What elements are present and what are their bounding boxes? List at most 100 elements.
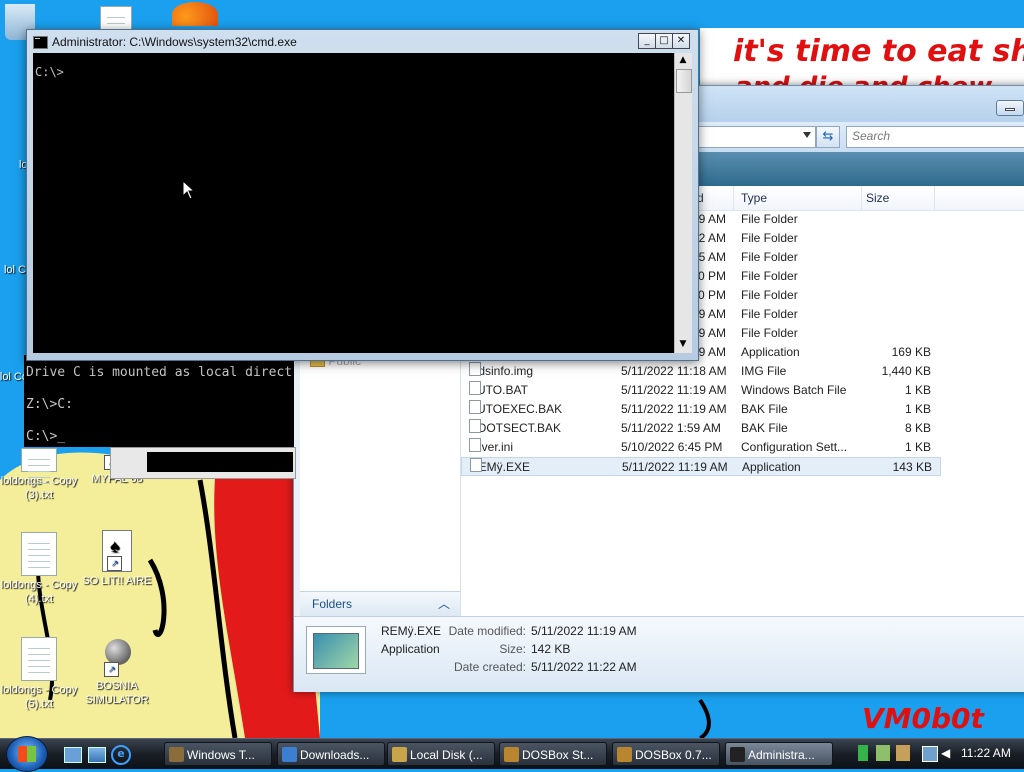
details-size-label: Size:	[499, 642, 526, 656]
desktop-icon-label: loldongs - Copy (4).txt	[0, 579, 78, 605]
windows-logo-icon	[18, 746, 36, 762]
file-size-cell: 1 KB	[904, 440, 931, 454]
file-type-cell: BAK File	[741, 421, 788, 435]
start-button[interactable]	[6, 736, 48, 772]
table-row[interactable]: AUTOEXEC.BAK 5/11/2022 11:19 AM BAK File 1 …	[461, 400, 941, 419]
taskbar-button[interactable]: Administra...	[725, 742, 833, 766]
minesweeper-icon: ↗	[100, 635, 134, 677]
cmd-window[interactable]: Administrator: C:\Windows\system32\cmd.e…	[26, 29, 699, 361]
taskbar-app-icon	[617, 747, 632, 762]
tray-app-icon[interactable]	[876, 745, 890, 761]
refresh-button[interactable]: ⇆	[816, 126, 840, 148]
desktop-icon-label: SO LIT!! AIRE	[82, 575, 152, 587]
switch-windows-icon[interactable]	[88, 747, 106, 763]
desktop-icon-loldongs-5[interactable]: loldongs - Copy (5).txt	[0, 637, 79, 711]
column-header-size[interactable]: Size	[860, 186, 935, 210]
file-icon	[469, 362, 481, 376]
taskbar-button[interactable]: Local Disk (...	[387, 742, 495, 766]
desktop-icon-bosnia-simulator[interactable]: ↗ BOSNIA SIMULATOR	[77, 635, 157, 707]
desktop-icon-lol-c[interactable]: lol C	[0, 263, 26, 277]
minimize-icon: _	[644, 35, 650, 46]
folders-toggle[interactable]: Folders ︿	[300, 591, 460, 616]
cmd-icon	[33, 36, 48, 49]
details-pane: REMÿ.EXE Application Date modified: 5/11…	[294, 616, 1024, 692]
scroll-up-icon[interactable]: ▲	[677, 55, 689, 67]
show-desktop-icon[interactable]	[64, 747, 82, 763]
maximize-icon: □	[659, 35, 669, 46]
details-created-label: Date created:	[453, 660, 526, 674]
taskbar-button[interactable]: Windows T...	[164, 742, 272, 766]
file-name-cell: aidsinfo.img	[469, 362, 619, 381]
desktop-icon-label: loldongs - Copy (3).txt	[0, 475, 78, 501]
taskbar-app-icon	[282, 747, 297, 762]
refresh-icon: ⇆	[822, 129, 834, 144]
minimize-button[interactable]	[996, 100, 1024, 116]
dosbox-line: Drive C is mounted as local direct	[26, 365, 293, 380]
table-row[interactable]: AUTO.BAT 5/11/2022 11:19 AM Windows Batch …	[461, 381, 941, 400]
chevron-down-icon[interactable]	[803, 132, 811, 138]
taskbar-button-label: Local Disk (...	[410, 748, 483, 762]
tray-app-icon[interactable]	[858, 745, 868, 761]
desktop-icon-solitaire[interactable]: ♠ ↗ SO LIT!! AIRE	[77, 530, 157, 588]
desktop-icon-label: loldongs - Copy (5).txt	[0, 684, 78, 710]
text-file-icon	[21, 637, 57, 681]
volume-icon[interactable]: ◀	[941, 746, 953, 760]
mouse-cursor-icon	[182, 180, 194, 200]
file-name-cell: AUTO.BAT	[469, 381, 619, 400]
desktop-icon-loldongs-4[interactable]: loldongs - Copy (4).txt	[0, 532, 79, 606]
taskbar-app-icon	[504, 747, 519, 762]
file-type-cell: Application	[742, 460, 801, 474]
file-name-cell: AUTOEXEC.BAK	[469, 400, 619, 419]
file-name-cell: REMÿ.EXE	[470, 458, 620, 477]
cmd-prompt: C:\>	[35, 65, 64, 79]
file-size-cell: 143 KB	[892, 460, 932, 474]
shortcut-arrow-icon: ↗	[107, 556, 122, 571]
details-modified-label: Date modified:	[448, 624, 526, 638]
details-created-value: 5/11/2022 11:22 AM	[531, 660, 637, 674]
file-size-cell: 1 KB	[904, 383, 931, 397]
taskbar-button[interactable]: DOSBox St...	[499, 742, 607, 766]
scroll-down-icon[interactable]: ▼	[677, 339, 689, 351]
dosbox-window-2[interactable]	[110, 447, 296, 479]
taskbar-button-label: DOSBox St...	[522, 748, 594, 762]
taskbar-app-icon	[392, 747, 407, 762]
file-date-cell: 5/11/2022 1:59 AM	[621, 421, 721, 435]
taskbar-app-icon	[169, 747, 184, 762]
internet-explorer-icon[interactable]: e	[111, 745, 131, 765]
dosbox-console[interactable]: Drive C is mounted as local direct Z:\>C…	[24, 355, 294, 447]
text-file-icon	[100, 6, 132, 30]
table-row[interactable]: osver.ini 5/10/2022 6:45 PM Configuration …	[461, 438, 941, 457]
taskbar-app-icon	[730, 747, 745, 762]
taskbar-button-label: Administra...	[748, 748, 815, 762]
file-type-cell: File Folder	[741, 326, 798, 340]
cmd-console[interactable]: C:\>	[33, 53, 674, 353]
table-row[interactable]: BOOTSECT.BAK 5/11/2022 1:59 AM BAK File 8 K…	[461, 419, 941, 438]
details-modified-value: 5/11/2022 11:19 AM	[531, 624, 637, 638]
close-button[interactable]: ✕	[672, 33, 690, 49]
file-icon	[469, 419, 481, 433]
cmd-scrollbar[interactable]: ▲ ▼	[674, 53, 692, 353]
chevron-up-icon: ︿	[437, 597, 450, 611]
wallpaper-text-line1: it's time to eat shit	[733, 34, 1024, 69]
scroll-thumb[interactable]	[676, 69, 692, 93]
details-size-value: 142 KB	[531, 642, 571, 656]
desktop-icon-loldongs-3[interactable]: loldongs - Copy (3).txt	[0, 448, 79, 502]
taskbar-button[interactable]: DOSBox 0.7...	[612, 742, 720, 766]
maximize-button[interactable]: □	[655, 33, 673, 49]
taskbar-button[interactable]: Downloads...	[277, 742, 385, 766]
dosbox-line: C:\>_	[26, 429, 66, 444]
file-size-cell: 169 KB	[891, 345, 931, 359]
minimize-button[interactable]: _	[638, 33, 656, 49]
minimize-icon	[1005, 108, 1015, 111]
search-input[interactable]: Search	[846, 126, 1024, 148]
network-icon[interactable]	[922, 746, 938, 762]
file-type-cell: BAK File	[741, 402, 788, 416]
taskbar: e Windows T... Downloads... Local Disk (..…	[0, 736, 1024, 772]
file-icon	[470, 458, 482, 472]
firefox-icon[interactable]	[172, 2, 218, 26]
tray-app-icon[interactable]	[896, 745, 910, 761]
table-row[interactable]: aidsinfo.img 5/11/2022 11:18 AM IMG File 1,…	[461, 362, 941, 381]
clock[interactable]: 11:22 AM	[961, 746, 1011, 760]
table-row[interactable]: REMÿ.EXE 5/11/2022 11:19 AM Application 143…	[461, 457, 941, 476]
column-header-type[interactable]: Type	[735, 186, 862, 210]
